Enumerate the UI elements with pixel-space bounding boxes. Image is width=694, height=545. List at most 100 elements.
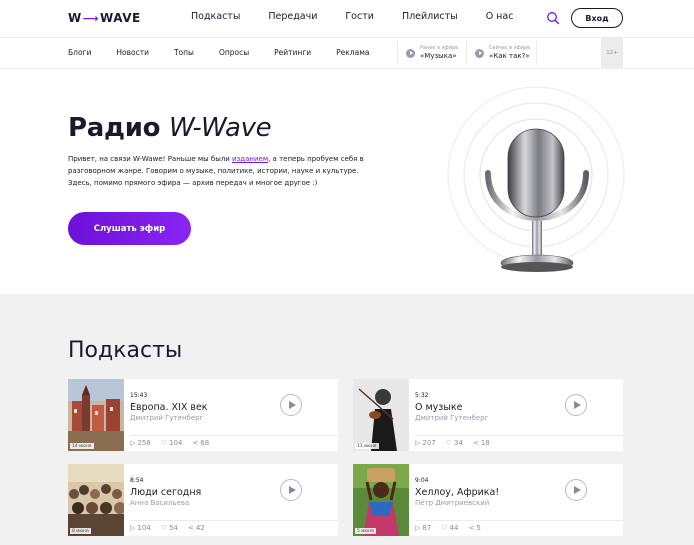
search-icon[interactable] (546, 11, 560, 25)
listen-live-button[interactable]: Слушать эфир (68, 212, 191, 245)
podcast-stats: ▷ 87 ♡ 44 <5 (415, 524, 491, 532)
logo[interactable]: W ⟶ WAVE (68, 10, 141, 26)
shares-count: 42 (195, 524, 205, 532)
current-on-air[interactable]: Сейчас в эфире «Как так?» (466, 41, 537, 65)
podcast-cover: 14 июня (68, 379, 124, 451)
current-on-air-title: «Как так?» (489, 51, 530, 60)
like-icon[interactable]: ♡ (161, 524, 167, 532)
logo-text-right: WAVE (100, 11, 141, 25)
podcast-play-button[interactable] (565, 394, 587, 416)
login-button[interactable]: Вход (571, 8, 623, 28)
card-divider (130, 435, 338, 436)
podcast-duration: 15:43 (130, 392, 148, 399)
like-icon[interactable]: ♡ (441, 524, 447, 532)
subnav-news[interactable]: Новости (116, 48, 149, 57)
podcast-duration: 9:04 (415, 477, 429, 484)
podcast-card[interactable]: 8 июня 8:54 Люди сегодня Анна Васильева … (68, 464, 338, 536)
podcast-cover: 11 июня (353, 379, 409, 451)
plays-icon: ▷ (130, 524, 136, 532)
plays-count: 104 (137, 524, 151, 532)
card-divider (130, 520, 338, 521)
nav-podcasts[interactable]: Подкасты (191, 11, 240, 22)
hero-text-part: Привет, на связи W-Wawe! Раньше мы были (68, 155, 232, 163)
secondary-nav: Блоги Новости Топы Опросы Рейтинги Рекла… (0, 38, 694, 69)
subnav-tops[interactable]: Топы (174, 48, 194, 57)
share-icon[interactable]: < (469, 524, 475, 532)
card-divider (415, 520, 623, 521)
podcast-date: 14 июня (70, 443, 94, 449)
logo-text-left: W (68, 11, 82, 25)
podcast-stats: ▷ 207 ♡ 34 <18 (415, 439, 500, 447)
previous-on-air-title: «Музыка» (420, 51, 457, 60)
nav-shows[interactable]: Передачи (268, 11, 317, 22)
africa-cover-icon (353, 464, 409, 536)
previous-on-air[interactable]: Ранее в эфире «Музыка» (397, 41, 466, 65)
hero-title-main: Радио (68, 113, 161, 143)
plays-count: 87 (422, 524, 432, 532)
podcasts-heading: Подкасты (68, 338, 183, 363)
podcast-play-button[interactable] (280, 394, 302, 416)
likes-count: 44 (449, 524, 459, 532)
podcast-stats: ▷ 258 ♡ 104 <68 (130, 439, 219, 447)
subnav-ads[interactable]: Реклама (336, 48, 369, 57)
subnav-polls[interactable]: Опросы (219, 48, 249, 57)
podcast-duration: 8:54 (130, 477, 144, 484)
podcast-cover: 5 июня (353, 464, 409, 536)
podcast-duration: 5:32 (415, 392, 429, 399)
podcast-date: 5 июня (355, 528, 376, 534)
podcast-author[interactable]: Пётр Дмитриевский (415, 499, 489, 507)
logo-arrow-icon: ⟶ (82, 11, 100, 25)
subnav-blogs[interactable]: Блоги (68, 48, 91, 57)
podcast-date: 11 июня (355, 443, 379, 449)
plays-icon: ▷ (415, 439, 421, 447)
podcast-author[interactable]: Дмитрий Гутенберг (415, 414, 488, 422)
crowd-cover-icon (68, 464, 124, 536)
play-icon (475, 48, 484, 58)
share-icon[interactable]: < (473, 439, 479, 447)
plays-icon: ▷ (415, 524, 421, 532)
hero-text-link[interactable]: изданием (232, 155, 268, 163)
hero-section: Радио W-Wave Привет, на связи W-Wawe! Ра… (0, 69, 694, 294)
podcast-author[interactable]: Анна Васильева (130, 499, 189, 507)
podcast-title[interactable]: Европа. XIX век (130, 402, 208, 413)
like-icon[interactable]: ♡ (161, 439, 167, 447)
plays-icon: ▷ (130, 439, 136, 447)
like-icon[interactable]: ♡ (446, 439, 452, 447)
play-icon (406, 48, 415, 58)
podcast-title[interactable]: Люди сегодня (130, 487, 201, 498)
podcast-author[interactable]: Дмитрий Гутенберг (130, 414, 203, 422)
likes-count: 104 (169, 439, 183, 447)
likes-count: 34 (454, 439, 463, 447)
podcast-cover: 8 июня (68, 464, 124, 536)
nav-playlists[interactable]: Плейлисты (402, 11, 458, 22)
podcast-stats: ▷ 104 ♡ 54 <42 (130, 524, 215, 532)
share-icon[interactable]: < (192, 439, 198, 447)
shares-count: 68 (200, 439, 210, 447)
podcast-title[interactable]: Хеллоу, Африка! (415, 487, 499, 498)
city-cover-icon (68, 379, 124, 451)
podcast-card[interactable]: 11 июня 5:32 О музыке Дмитрий Гутенберг … (353, 379, 623, 451)
hero-title-brand: W-Wave (168, 113, 272, 143)
podcast-card[interactable]: 14 июня 15:43 Европа. XIX век Дмитрий Гу… (68, 379, 338, 451)
shares-count: 18 (480, 439, 490, 447)
microphone-icon (447, 86, 625, 272)
podcast-play-button[interactable] (565, 479, 587, 501)
card-divider (415, 435, 623, 436)
violinist-cover-icon (353, 379, 409, 451)
podcast-play-button[interactable] (280, 479, 302, 501)
podcast-title[interactable]: О музыке (415, 402, 462, 413)
plays-count: 207 (422, 439, 436, 447)
likes-count: 54 (169, 524, 178, 532)
nav-about[interactable]: О нас (486, 11, 514, 22)
plays-count: 258 (137, 439, 151, 447)
top-header: W ⟶ WAVE Подкасты Передачи Гости Плейлис… (0, 0, 694, 38)
hero-title: Радио W-Wave (68, 113, 272, 143)
nav-guests[interactable]: Гости (345, 11, 374, 22)
podcast-card[interactable]: 5 июня 9:04 Хеллоу, Африка! Пётр Дмитрие… (353, 464, 623, 536)
share-icon[interactable]: < (188, 524, 194, 532)
age-rating-badge: 12+ (601, 38, 623, 68)
podcast-date: 8 июня (70, 528, 91, 534)
subnav-ratings[interactable]: Рейтинги (274, 48, 311, 57)
main-nav: Подкасты Передачи Гости Плейлисты О нас (191, 11, 541, 22)
hero-description: Привет, на связи W-Wawe! Раньше мы были … (68, 153, 368, 189)
